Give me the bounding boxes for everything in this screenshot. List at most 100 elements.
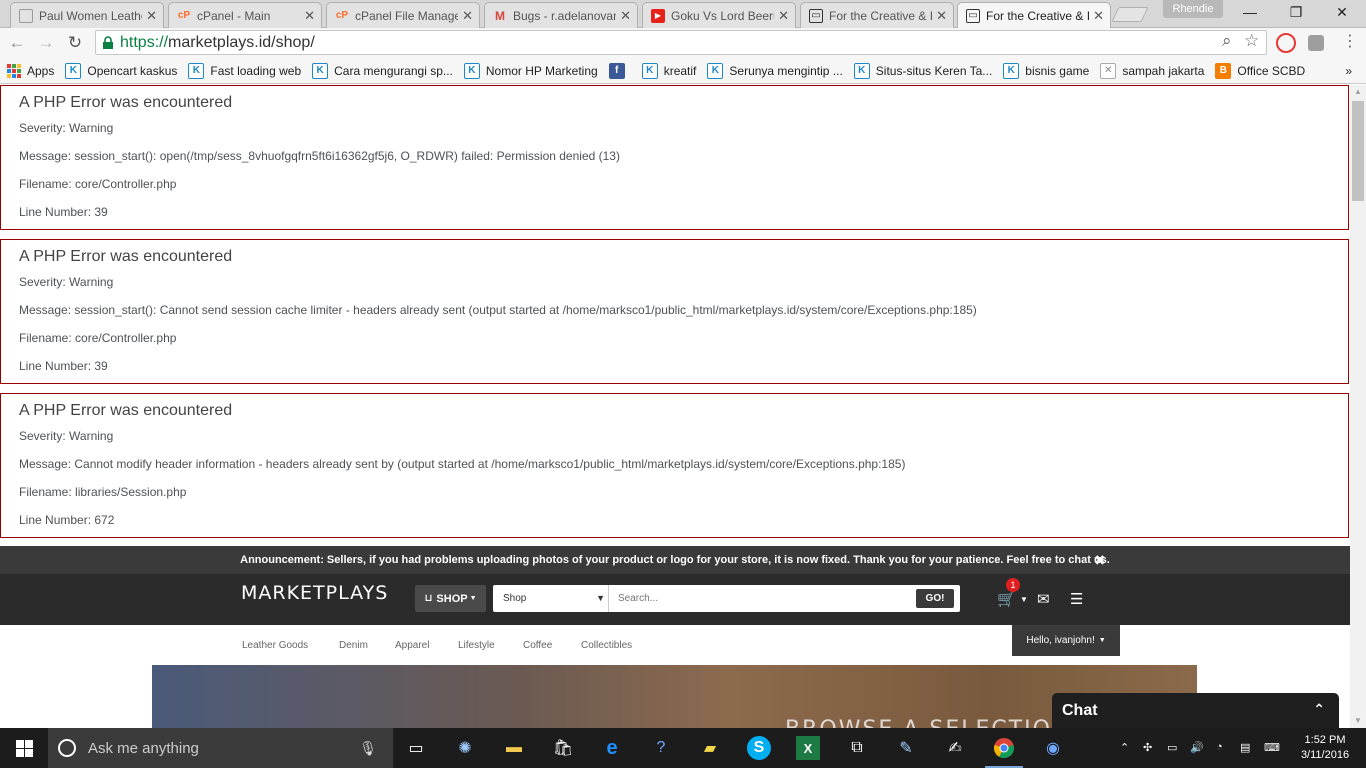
browser-tab[interactable]: cP cPanel - Main ✕: [168, 2, 322, 28]
search-bar: Shop ▼ GO!: [493, 585, 960, 612]
browser-tab[interactable]: cP cPanel File Manager ✕: [326, 2, 480, 28]
network-tray-icon[interactable]: ✣: [1143, 741, 1152, 754]
close-tab-icon[interactable]: ✕: [146, 8, 157, 24]
user-menu-button[interactable]: Hello, ivanjohn! ▼: [1012, 625, 1120, 656]
app-icon[interactable]: ✺: [453, 736, 477, 760]
bookmarks-overflow-button[interactable]: »: [1345, 64, 1352, 78]
close-tab-icon[interactable]: ✕: [1093, 8, 1104, 24]
battery-icon[interactable]: ▭: [1167, 741, 1177, 754]
extension-icon[interactable]: [1276, 33, 1296, 53]
file-explorer-icon[interactable]: ▬: [502, 736, 526, 760]
bookmark-item[interactable]: ✕ sampah jakarta: [1100, 62, 1204, 79]
close-tab-icon[interactable]: ✕: [304, 8, 315, 24]
bookmark-item[interactable]: Kbisnis game: [1003, 62, 1089, 79]
volume-icon[interactable]: 🔊: [1190, 741, 1204, 754]
error-heading: A PHP Error was encountered: [19, 94, 233, 111]
search-input[interactable]: [609, 593, 916, 604]
app-icon[interactable]: ◉: [1041, 736, 1065, 760]
caret-down-icon: ▼: [596, 593, 605, 603]
sticky-notes-icon[interactable]: ▰: [698, 736, 722, 760]
scrollbar-thumb[interactable]: [1352, 101, 1364, 201]
system-clock[interactable]: 1:52 PM 3/11/2016: [1290, 733, 1360, 763]
wifi-icon[interactable]: ◔: [1216, 741, 1223, 753]
cortana-search-box[interactable]: Ask me anything 🎙: [48, 728, 393, 768]
mail-icon[interactable]: ✉: [1037, 590, 1050, 608]
store-icon[interactable]: 🛍: [551, 736, 575, 760]
bookmark-item[interactable]: Kkreatif: [641, 62, 696, 79]
page-scrollbar[interactable]: ▲ ▼: [1350, 85, 1366, 728]
search-category-select[interactable]: Shop ▼: [493, 585, 609, 612]
help-icon[interactable]: ?: [649, 736, 673, 760]
page-content: A PHP Error was encountered Severity: Wa…: [0, 85, 1350, 728]
php-error-box: A PHP Error was encountered Severity: Wa…: [0, 85, 1349, 230]
bookmark-item[interactable]: K Opencart kaskus: [65, 62, 177, 79]
category-link[interactable]: Collectibles: [581, 640, 632, 651]
zoom-icon[interactable]: ⌕: [1222, 31, 1232, 51]
notifications-icon[interactable]: ▤: [1240, 741, 1250, 754]
close-tab-icon[interactable]: ✕: [936, 8, 947, 24]
minimize-button[interactable]: —: [1226, 0, 1274, 26]
bookmark-item[interactable]: K Serunya mengintip ...: [707, 62, 843, 79]
reload-icon[interactable]: ↻: [64, 32, 86, 54]
scroll-up-arrow-icon[interactable]: ▲: [1350, 85, 1366, 99]
edge-icon[interactable]: e: [600, 736, 624, 760]
bookmark-star-icon[interactable]: ☆: [1244, 31, 1259, 51]
tab-title: For the Creative & I: [986, 8, 1090, 23]
blogger-icon: B: [1215, 62, 1232, 79]
bookmark-facebook[interactable]: f: [608, 62, 631, 79]
skype-icon[interactable]: S: [747, 736, 771, 760]
extension-icon[interactable]: [1308, 35, 1324, 51]
hero-banner[interactable]: BROWSE A SELECTION: [152, 665, 1197, 728]
bookmark-item[interactable]: K Cara mengurangi sp...: [312, 62, 453, 79]
category-link[interactable]: Apparel: [395, 640, 429, 651]
profile-button[interactable]: Rhendie: [1163, 0, 1223, 18]
maximize-button[interactable]: ❐: [1272, 0, 1320, 26]
bookmark-apps[interactable]: Apps: [7, 63, 54, 78]
excel-icon[interactable]: X: [796, 736, 820, 760]
browser-tab[interactable]: ▶ Goku Vs Lord Beeru ✕: [642, 2, 796, 28]
list-icon[interactable]: ☰: [1070, 590, 1083, 608]
caret-down-icon[interactable]: ▼: [1020, 595, 1028, 604]
paint-icon[interactable]: ✎: [894, 736, 918, 760]
bookmark-item[interactable]: K Fast loading web: [188, 62, 301, 79]
microphone-icon[interactable]: 🎙: [359, 740, 377, 757]
keyboard-icon[interactable]: ⌨: [1264, 741, 1280, 754]
chrome-icon[interactable]: [992, 736, 1016, 760]
bookmark-item[interactable]: K Situs-situs Keren Ta...: [853, 62, 992, 79]
category-link[interactable]: Leather Goods: [242, 640, 308, 651]
category-link[interactable]: Lifestyle: [458, 640, 495, 651]
close-icon[interactable]: ✖: [1094, 546, 1106, 574]
cart-icon[interactable]: 🛒: [997, 590, 1016, 608]
back-arrow-icon[interactable]: ←: [6, 32, 28, 54]
windows-start-icon[interactable]: [12, 736, 36, 760]
category-link[interactable]: Coffee: [523, 640, 552, 651]
notepad-icon[interactable]: ✍: [943, 736, 967, 760]
chat-widget[interactable]: Chat ⌃: [1052, 693, 1339, 728]
bookmark-item[interactable]: B Office SCBD: [1215, 62, 1305, 79]
network-app-icon[interactable]: ⧉: [845, 736, 869, 760]
chevron-up-icon[interactable]: ⌃: [1313, 701, 1325, 718]
forward-arrow-icon[interactable]: →: [35, 32, 57, 54]
browser-tab[interactable]: Paul Women Leathe ✕: [10, 2, 164, 28]
menu-icon[interactable]: ⋮: [1342, 31, 1358, 51]
task-view-icon[interactable]: ▭: [404, 736, 428, 760]
search-go-button[interactable]: GO!: [916, 589, 954, 608]
error-severity: Severity: Warning: [19, 121, 114, 135]
close-window-button[interactable]: ✕: [1318, 0, 1366, 26]
close-tab-icon[interactable]: ✕: [462, 8, 473, 24]
browser-tab-strip: Paul Women Leathe ✕ cP cPanel - Main ✕ c…: [0, 0, 1366, 28]
scroll-down-arrow-icon[interactable]: ▼: [1350, 714, 1366, 728]
new-tab-button[interactable]: [1111, 7, 1149, 22]
shop-menu-button[interactable]: ⊔ SHOP ▼: [415, 585, 486, 612]
browser-tab[interactable]: M Bugs - r.adelanovan ✕: [484, 2, 638, 28]
browser-tab-active[interactable]: ▭ For the Creative & I ✕: [957, 2, 1111, 28]
address-bar[interactable]: https://marketplays.id/shop/: [95, 30, 1267, 55]
shopping-bag-icon: ⊔: [424, 593, 433, 604]
browser-tab[interactable]: ▭ For the Creative & I ✕: [800, 2, 954, 28]
close-tab-icon[interactable]: ✕: [620, 8, 631, 24]
category-link[interactable]: Denim: [339, 640, 368, 651]
bookmark-item[interactable]: K Nomor HP Marketing: [463, 62, 598, 79]
site-logo[interactable]: MARKETPLAYS: [241, 582, 388, 604]
chevron-up-icon[interactable]: ⌃: [1120, 741, 1129, 754]
close-tab-icon[interactable]: ✕: [778, 8, 789, 24]
